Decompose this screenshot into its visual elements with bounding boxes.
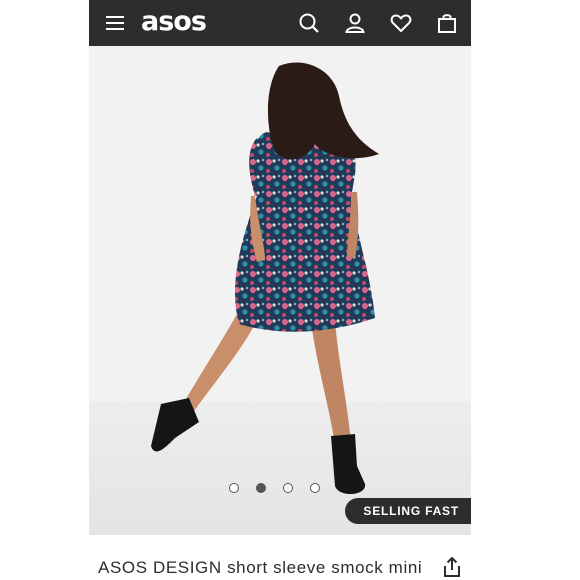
gallery-pagination: [229, 483, 320, 493]
heart-icon[interactable]: [387, 9, 415, 37]
selling-fast-badge: SELLING FAST: [345, 498, 471, 524]
user-icon[interactable]: [341, 9, 369, 37]
product-image-gallery[interactable]: SELLING FAST: [89, 46, 471, 534]
app-screen: asos SELLING FAST ASOS DESIGN short slee…: [89, 0, 471, 580]
shopping-bag-icon[interactable]: [433, 9, 461, 37]
gallery-dot-1[interactable]: [229, 483, 239, 493]
asos-logo[interactable]: asos: [141, 6, 207, 38]
top-nav-bar: asos: [89, 0, 471, 46]
gallery-dot-3[interactable]: [283, 483, 293, 493]
product-photo-model: [151, 62, 379, 495]
gallery-dot-4[interactable]: [310, 483, 320, 493]
hamburger-menu-icon[interactable]: [101, 9, 129, 37]
share-icon[interactable]: [441, 556, 463, 578]
gallery-dot-2[interactable]: [256, 483, 266, 493]
search-icon[interactable]: [295, 9, 323, 37]
product-title: ASOS DESIGN short sleeve smock mini: [98, 558, 423, 577]
product-title-row: ASOS DESIGN short sleeve smock mini: [89, 534, 471, 580]
